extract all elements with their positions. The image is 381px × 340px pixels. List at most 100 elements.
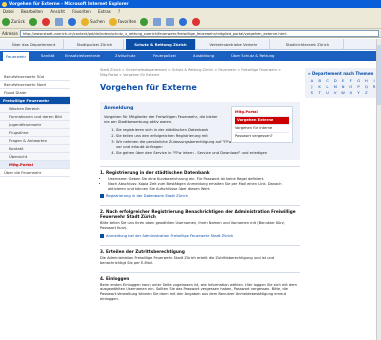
history-button[interactable] (140, 17, 149, 26)
stop-icon (41, 17, 50, 26)
address-input[interactable]: http://www.stadt-zuerich.ch/content/pd/d… (19, 29, 379, 37)
link-label: Anmeldung bei der Administration Freiwil… (106, 233, 234, 238)
alphabet-letter-g[interactable]: G (355, 78, 363, 83)
alphabet-letter-k[interactable]: K (316, 84, 324, 89)
window-title: Vorgehen für Externe - Microsoft Interne… (9, 1, 129, 6)
alphabet-letter-m[interactable]: M (331, 84, 339, 89)
alphabet-letter-x[interactable]: X (347, 90, 355, 95)
menu-help[interactable]: ? (118, 9, 120, 14)
box-link-vorgehen-externe[interactable]: Vorgehen Externe (235, 117, 289, 125)
sidebar-item-flood-dialer[interactable]: Flood Dialer (0, 89, 70, 97)
alphabet-letter-d[interactable]: D (331, 78, 339, 83)
sidebar-item-freiwillige-feuerwehr[interactable]: Freiwillige Feuerwehr (0, 97, 70, 105)
search-icon (80, 17, 89, 26)
print-icon (166, 17, 175, 26)
alphabet-index: ABCDEFGHIJKLMNOPQRSTUVWXYZ (308, 78, 378, 95)
block-list: Username: Geben Sie eine Kurzbezeichnung… (100, 177, 300, 191)
sidebar-item-jugendfeuerwehr[interactable]: Jugendfeuerwehr (0, 121, 70, 129)
back-label: Zurück (11, 19, 25, 24)
tab-zivilschutz[interactable]: Zivilschutz (112, 51, 138, 61)
box-link-vorgehen-interne[interactable]: Vorgehen für Interne (235, 125, 289, 133)
alphabet-letter-z[interactable]: Z (362, 90, 370, 95)
menu-datei[interactable]: Datei (3, 9, 14, 14)
nav-stadtrichteramt[interactable]: Stadtrichteramt Zürich (272, 39, 344, 50)
address-label: Adresse (2, 30, 18, 36)
block-title: 4. Einloggen (100, 275, 130, 281)
sidebar-item-mitg-portal[interactable]: Mitg.Portal (0, 161, 70, 169)
menu-ansicht[interactable]: Ansicht (50, 9, 65, 14)
mail-button[interactable] (153, 17, 162, 26)
back-button[interactable]: Zurück (2, 17, 25, 26)
alphabet-letter-l[interactable]: L (324, 84, 332, 89)
nav-departement[interactable]: Über das Departement (4, 39, 64, 50)
nav-stadtpolizei[interactable]: Stadtpolizei Zürich (66, 39, 124, 50)
block-text: Bitte teilen Sie uns Ihren oben gewählte… (100, 221, 285, 231)
alphabet-letter-w[interactable]: W (339, 90, 347, 95)
address-bar: Adresse http://www.stadt-zuerich.ch/cont… (0, 29, 381, 38)
alphabet-letter-f[interactable]: F (347, 78, 355, 83)
home-button[interactable] (67, 17, 77, 26)
sidebar-item-formationen[interactable]: Formationen und deren Bild (0, 113, 70, 121)
themen-title[interactable]: » Departement nach Themen (308, 71, 378, 76)
alphabet-letter-s[interactable]: S (308, 90, 316, 95)
menu-extras[interactable]: Extras (98, 9, 111, 14)
sidebar-item-flugsoehne[interactable]: Flugsöhne (0, 129, 70, 137)
box-link-passwort[interactable]: Passwort vergessen? (235, 133, 289, 140)
sub-navigation: Feuerwehr Sanität Einsatzleitzentrale Zi… (0, 51, 381, 61)
alphabet-letter-a[interactable]: A (308, 78, 316, 83)
menu-bar: Datei Bearbeiten Ansicht Favoriten Extra… (0, 8, 381, 15)
sidebar-item-kontakt[interactable]: Kontakt (0, 145, 70, 153)
anmeldung-link[interactable]: Anmeldung bei der Administration Freiwil… (100, 233, 300, 239)
sidebar-item-ueber-feuerwehr[interactable]: Über die Feuerwehr (0, 169, 70, 177)
sidebar-item-fragen[interactable]: Fragen & Antworten (0, 137, 70, 145)
nav-verkehrsbetriebe[interactable]: Verkehrsbetriebe Verkehr (198, 39, 270, 50)
alphabet-letter-c[interactable]: C (324, 78, 332, 83)
history-icon (140, 17, 149, 26)
breadcrumb[interactable]: Stadt Zürich > Sicherheitsdepartement > … (100, 68, 300, 77)
tab-einsatzleitzentrale[interactable]: Einsatzleitzentrale (62, 51, 103, 61)
edit-button[interactable] (179, 17, 188, 26)
alphabet-letter-t[interactable]: T (316, 90, 324, 95)
sidebar-item-uebersicht[interactable]: Übersicht (0, 153, 70, 161)
tab-feuerwehr[interactable]: Feuerwehr (3, 52, 30, 61)
refresh-icon (54, 17, 63, 26)
themen-panel: » Departement nach Themen ABCDEFGHIJKLMN… (305, 68, 381, 98)
arrow-icon (100, 194, 104, 199)
alphabet-letter-n[interactable]: N (339, 84, 347, 89)
registrierung-link[interactable]: Registrierung in der Datenbank Stadt Zür… (100, 194, 300, 199)
alphabet-letter-u[interactable]: U (324, 90, 332, 95)
refresh-button[interactable] (54, 17, 64, 26)
sidebar-item-bf-nord[interactable]: Berufsfeuerwehr Nord (0, 81, 70, 89)
menu-favoriten[interactable]: Favoriten (72, 9, 91, 14)
tab-feuerpolizei[interactable]: Feuerpolizei (150, 51, 179, 61)
alphabet-letter-b[interactable]: B (316, 78, 324, 83)
scrollbar-thumb[interactable] (377, 45, 381, 105)
tab-ueber-schutz-rettung[interactable]: Über Schutz & Rettung (228, 51, 277, 61)
alphabet-letter-e[interactable]: E (339, 78, 347, 83)
menu-bearbeiten[interactable]: Bearbeiten (21, 9, 43, 14)
alphabet-letter-p[interactable]: P (355, 84, 363, 89)
nav-schutz-rettung[interactable]: Schutz & Rettung Zürich (126, 39, 196, 50)
themen-label: Departement nach Themen (311, 71, 374, 76)
alphabet-letter-o[interactable]: O (347, 84, 355, 89)
search-button[interactable]: Suchen (80, 17, 105, 26)
search-label: Suchen (89, 19, 105, 24)
messenger-button[interactable] (192, 17, 201, 26)
forward-button[interactable] (28, 17, 38, 26)
alphabet-letter-v[interactable]: V (331, 90, 339, 95)
toolbar: Zurück Suchen Favoriten (0, 15, 381, 29)
stop-button[interactable] (41, 17, 51, 26)
alphabet-letter-h[interactable]: H (362, 78, 370, 83)
sidebar-item-bf-sued[interactable]: Berufsfeuerwehr Süd (0, 73, 70, 81)
top-navigation: Über das Departement Stadtpolizei Zürich… (0, 39, 381, 50)
vertical-scrollbar[interactable] (376, 39, 381, 340)
alphabet-letter-y[interactable]: Y (355, 90, 363, 95)
alphabet-letter-j[interactable]: J (308, 84, 316, 89)
favorites-button[interactable]: Favoriten (108, 17, 136, 26)
sidebar-item-wachen[interactable]: Wachen Bereich (0, 105, 70, 113)
alphabet-letter-q[interactable]: Q (362, 84, 370, 89)
tab-ausbildung[interactable]: Ausbildung (190, 51, 217, 61)
tab-sanitaet[interactable]: Sanität (38, 51, 58, 61)
print-button[interactable] (166, 17, 175, 26)
list-item: Nach Abschluss: Kopia Zeit zum Bestätige… (108, 182, 300, 192)
